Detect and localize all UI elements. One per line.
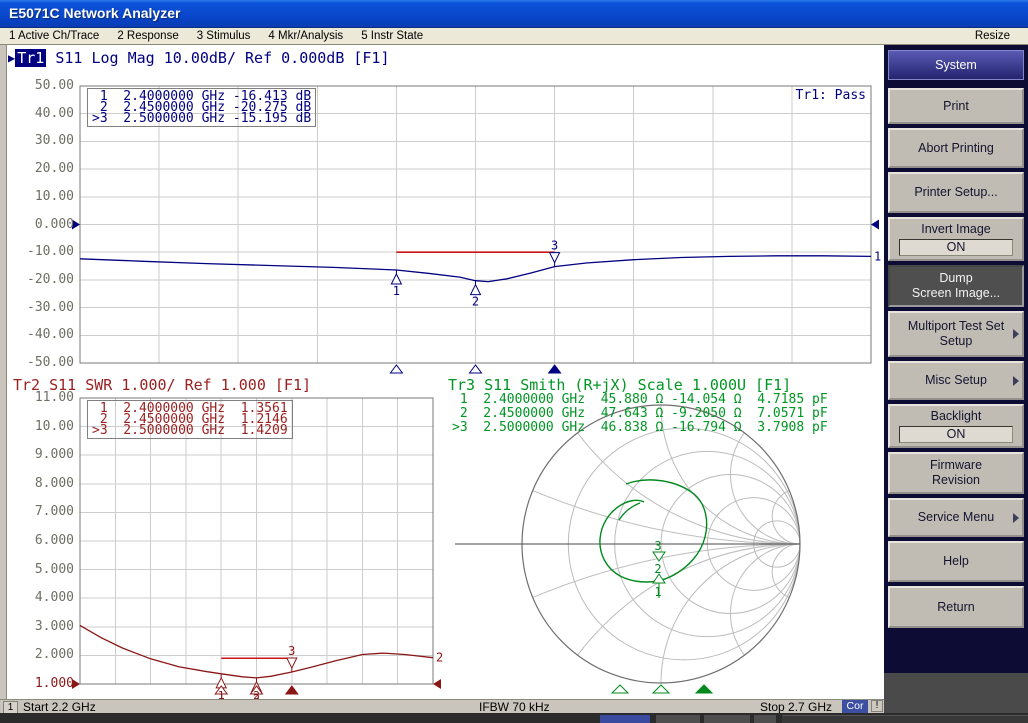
tr2-marker-table: 1 2.4000000 GHz 1.3561 2 2.4500000 GHz 1… [87,400,293,439]
ifbw-label: IFBW 70 kHz [479,700,550,714]
softkey-label: Multiport Test Set [908,319,1004,334]
submenu-arrow-icon [1013,513,1019,523]
bottom-taskbar-strip [0,713,1028,723]
softkey-misc-setup[interactable]: Misc Setup [888,361,1024,400]
softkey-label: Printer Setup... [914,185,997,200]
softkey-label: Invert Image [921,222,990,237]
menu-item-3[interactable]: 3 Stimulus [188,29,260,43]
taskbar-box [704,715,750,723]
menu-bar: 1 Active Ch/Trace2 Response3 Stimulus4 M… [0,28,1028,45]
softkey-label: Backlight [931,409,982,424]
softkey-printer-setup[interactable]: Printer Setup... [888,172,1024,213]
tr3-marker-row: 1 2.4000000 GHz 45.880 Ω -14.054 Ω 4.718… [452,393,828,407]
correction-status-badge: Cor [842,700,868,713]
tr2-y-tick: 1.000 [35,676,74,691]
softkey-label: Return [937,600,975,615]
softkey-firmware-revision[interactable]: FirmwareRevision [888,452,1024,494]
tr2-y-tick: 9.000 [35,447,74,462]
softkey-label: Firmware [930,458,982,473]
softkey-state: ON [899,426,1013,443]
softkey-abort-printing[interactable]: Abort Printing [888,128,1024,168]
softkey-return[interactable]: Return [888,586,1024,628]
tr3-marker-row: 2 2.4500000 GHz 47.643 Ω -9.2050 Ω 7.057… [452,407,828,421]
softkey-invert-image[interactable]: Invert Image ON [888,217,1024,261]
alert-badge: ! [871,700,883,712]
taskbar-clock-area [782,715,1028,723]
tr2-y-tick: 10.00 [35,419,74,434]
softkey-backlight[interactable]: Backlight ON [888,404,1024,448]
tr2-y-tick: 7.000 [35,504,74,519]
tr2-y-tick: 5.000 [35,562,74,577]
taskbar-box [656,715,700,723]
softkey-label: Revision [932,473,980,488]
softkey-service-menu[interactable]: Service Menu [888,498,1024,537]
tr2-y-tick: 4.000 [35,590,74,605]
softkey-sidebar: System Print Abort Printing Printer Setup..… [884,45,1028,713]
menu-item-2[interactable]: 2 Response [108,29,187,43]
softkey-dump-screen-image[interactable]: DumpScreen Image... [888,265,1024,307]
tr2-y-tick: 6.000 [35,533,74,548]
menu-item-4[interactable]: 4 Mkr/Analysis [259,29,352,43]
status-bar: 1 Start 2.2 GHz IFBW 70 kHz Stop 2.7 GHz… [0,699,884,713]
taskbar-box [754,715,776,723]
softkey-multiport-test-set-setup[interactable]: Multiport Test SetSetup [888,311,1024,357]
submenu-arrow-icon [1013,329,1019,339]
tr2-y-tick: 3.000 [35,619,74,634]
tr2-y-tick: 2.000 [35,647,74,662]
softkey-label: Misc Setup [925,373,987,388]
softkey-help[interactable]: Help [888,541,1024,582]
tr1-params: S11 Log Mag 10.00dB/ Ref 0.000dB [F1] [46,49,389,67]
softkey-label: Setup [940,334,973,349]
tr2-y-axis: 11.00 10.00 9.000 8.000 7.000 6.000 5.000 4.000… [0,0,74,723]
resize-button[interactable]: Resize [975,30,1010,42]
window-titlebar: E5071C Network Analyzer [0,0,1028,28]
softkey-label: Dump [939,271,972,286]
tr3-marker-row: >3 2.5000000 GHz 46.838 Ω -16.794 Ω 3.79… [452,421,828,435]
tr1-marker-table: 1 2.4000000 GHz -16.413 dB 2 2.4500000 G… [87,88,316,127]
tr1-limit-status: Tr1: Pass [706,88,866,103]
submenu-arrow-icon [1013,376,1019,386]
softkey-label: System [935,58,977,73]
tr2-params: S11 SWR 1.000/ Ref 1.000 [F1] [40,376,311,394]
softkey-print[interactable]: Print [888,88,1024,124]
taskbar-box [600,715,650,723]
tr2-marker-row: >3 2.5000000 GHz 1.4209 [92,425,288,436]
menu-item-5[interactable]: 5 Instr State [352,29,432,43]
tr2-y-tick: 8.000 [35,476,74,491]
tr3-marker-table: 1 2.4000000 GHz 45.880 Ω -14.054 Ω 4.718… [452,393,828,435]
softkey-system[interactable]: System [888,50,1024,80]
plot-area [0,45,884,699]
softkey-label: Service Menu [918,510,994,525]
softkey-label: Screen Image... [912,286,1000,301]
tr2-y-tick: 11.00 [35,390,74,405]
softkey-label: Print [943,99,969,114]
instrument-screen: E5071C Network Analyzer 1 Active Ch/Trac… [0,0,1028,723]
softkey-label: Abort Printing [918,141,994,156]
softkey-state: ON [899,239,1013,256]
softkey-label: Help [943,554,969,569]
start-frequency-label: Start 2.2 GHz [23,700,96,714]
stop-frequency-label: Stop 2.7 GHz [760,700,832,714]
tr1-marker-row: >3 2.5000000 GHz -15.195 dB [92,113,311,124]
